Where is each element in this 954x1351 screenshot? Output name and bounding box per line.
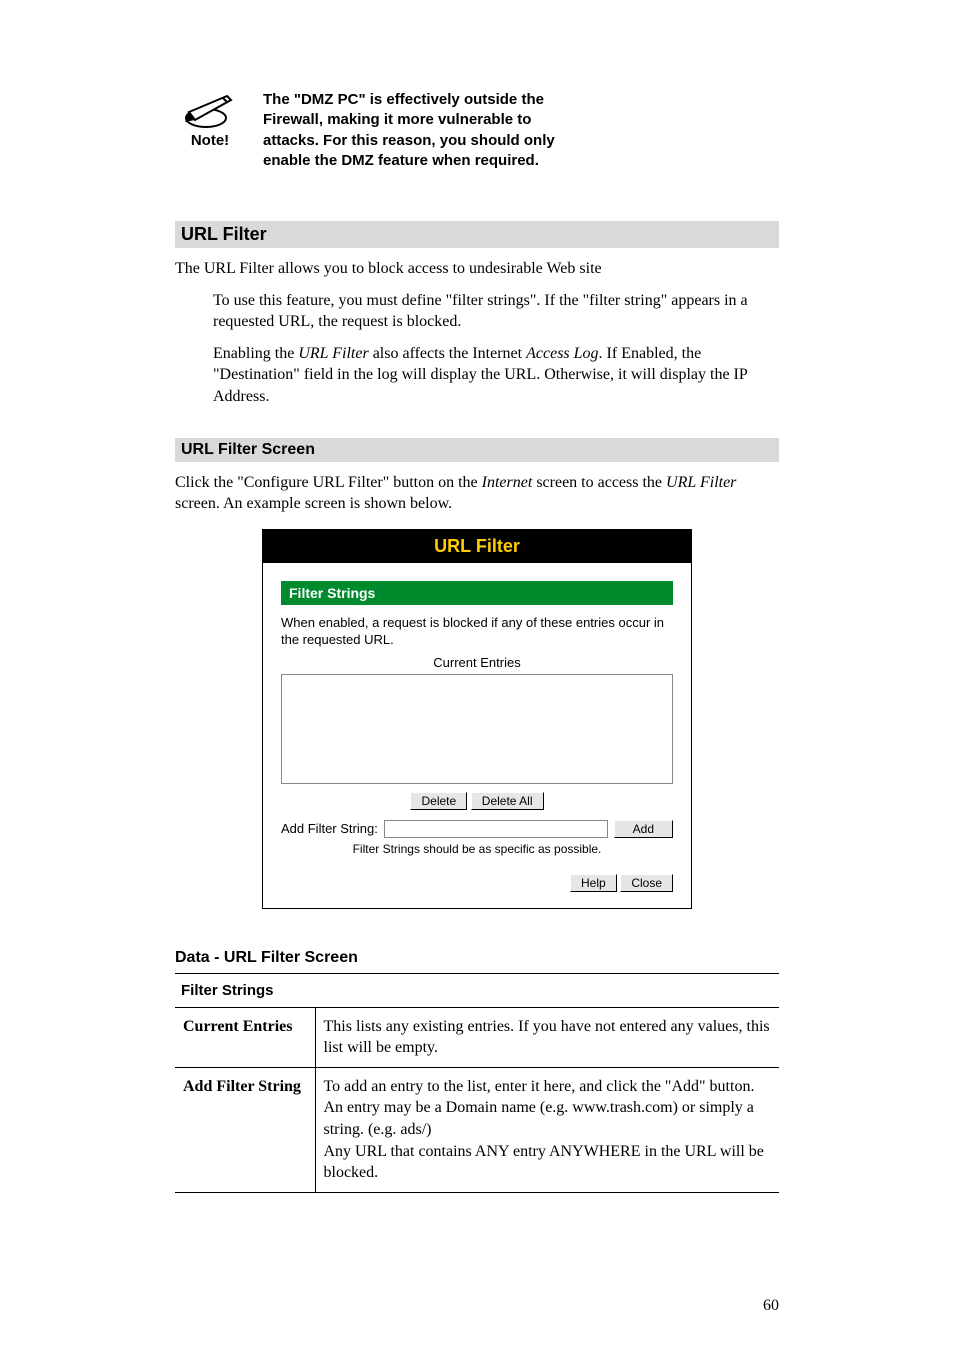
- data-section-heading: Data - URL Filter Screen: [175, 949, 779, 967]
- t: URL Filter: [666, 474, 736, 491]
- section-heading-url-filter-screen: URL Filter Screen: [175, 438, 779, 462]
- delete-button[interactable]: Delete: [410, 792, 467, 810]
- row-key: Current Entries: [175, 1007, 315, 1067]
- url-filter-bullet-2: Enabling the URL Filter also affects the…: [175, 343, 779, 408]
- t: URL Filter: [298, 345, 368, 362]
- pen-note-icon: [183, 90, 237, 130]
- row-val: To add an entry to the list, enter it he…: [315, 1067, 779, 1192]
- note-icon-block: Note!: [175, 90, 245, 149]
- url-filter-screen-desc: Click the "Configure URL Filter" button …: [175, 472, 779, 515]
- note-text: The "DMZ PC" is effectively outside the …: [263, 90, 573, 171]
- note-block: Note! The "DMZ PC" is effectively outsid…: [175, 90, 779, 171]
- add-button[interactable]: Add: [614, 820, 673, 838]
- add-filter-input[interactable]: [384, 820, 608, 838]
- router-title: URL Filter: [263, 530, 691, 563]
- section-heading-url-filter: URL Filter: [175, 221, 779, 248]
- t: Click the "Configure URL Filter" button …: [175, 474, 482, 491]
- t: Enabling the: [213, 345, 298, 362]
- t: also affects the Internet: [369, 345, 526, 362]
- close-button[interactable]: Close: [620, 874, 673, 892]
- data-table: Filter Strings Current Entries This list…: [175, 973, 779, 1193]
- current-entries-listbox[interactable]: [281, 674, 673, 784]
- table-row: Add Filter String To add an entry to the…: [175, 1067, 779, 1192]
- router-section-label: Filter Strings: [281, 581, 673, 605]
- note-label: Note!: [191, 132, 229, 149]
- router-desc: When enabled, a request is blocked if an…: [281, 615, 673, 649]
- t: screen to access the: [532, 474, 666, 491]
- router-body: Filter Strings When enabled, a request i…: [263, 563, 691, 908]
- t: Internet: [482, 474, 533, 491]
- current-entries-label: Current Entries: [281, 655, 673, 670]
- table-group-row: Filter Strings: [175, 973, 779, 1007]
- filter-hint: Filter Strings should be as specific as …: [281, 842, 673, 856]
- url-filter-bullet-1: To use this feature, you must define "fi…: [175, 290, 779, 333]
- row-key: Add Filter String: [175, 1067, 315, 1192]
- table-row: Current Entries This lists any existing …: [175, 1007, 779, 1067]
- row-val: This lists any existing entries. If you …: [315, 1007, 779, 1067]
- url-filter-intro: The URL Filter allows you to block acces…: [175, 258, 779, 280]
- add-filter-label: Add Filter String:: [281, 821, 378, 836]
- t: screen. An example screen is shown below…: [175, 495, 452, 512]
- router-screenshot: URL Filter Filter Strings When enabled, …: [262, 529, 692, 909]
- t: Access Log: [526, 345, 598, 362]
- delete-all-button[interactable]: Delete All: [471, 792, 544, 810]
- page-number: 60: [763, 1297, 779, 1315]
- group-header: Filter Strings: [175, 973, 779, 1007]
- help-button[interactable]: Help: [570, 874, 617, 892]
